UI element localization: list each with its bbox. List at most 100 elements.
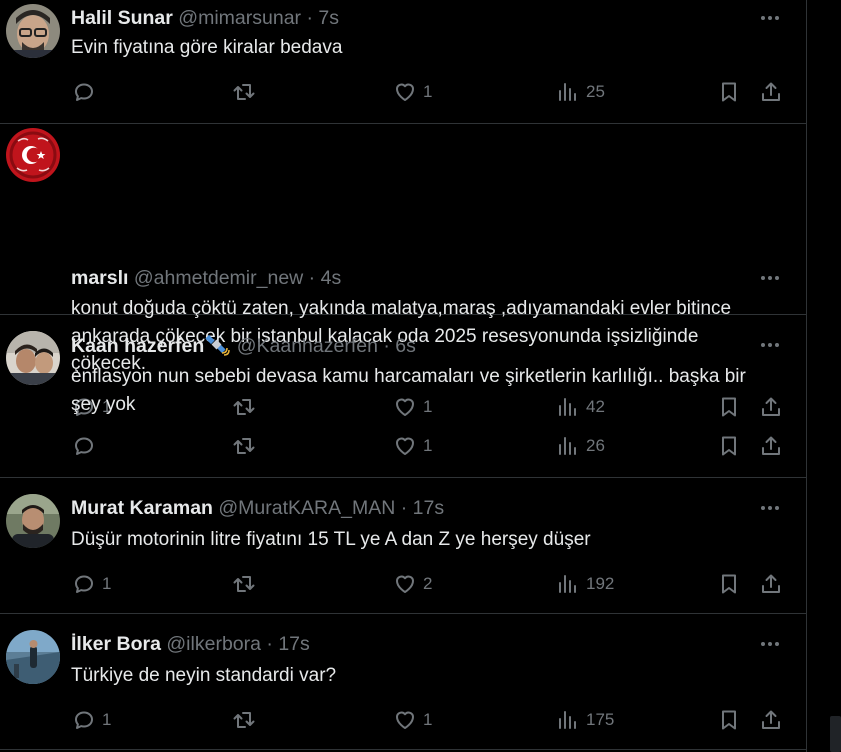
more-icon[interactable]	[758, 498, 782, 518]
separator-dot: ·	[400, 497, 408, 519]
reply-count: 1	[102, 574, 112, 593]
reply-icon	[72, 434, 96, 458]
bookmark-icon	[717, 708, 741, 732]
author-handle[interactable]: @ilkerbora	[166, 633, 261, 655]
like-count: 1	[423, 710, 433, 729]
like-count: 2	[423, 574, 433, 593]
tweet-header: Halil Sunar @mimarsunar · 7s	[71, 6, 339, 30]
like-button[interactable]: 1	[393, 431, 432, 461]
avatar[interactable]	[6, 331, 60, 385]
separator-dot: ·	[383, 335, 390, 357]
tweet[interactable]: İlker Bora @ilkerbora · 17s Türkiye de n…	[0, 614, 806, 750]
reply-button[interactable]	[72, 77, 102, 107]
avatar[interactable]	[6, 128, 60, 182]
author-handle[interactable]: @mimarsunar	[178, 7, 301, 29]
author-handle[interactable]: @ahmetdemir_new	[134, 267, 303, 289]
tweet-text: Düşür motorinin litre fiyatını 15 TL ye …	[71, 529, 591, 550]
reply-icon	[72, 708, 96, 732]
share-icon	[759, 80, 783, 104]
retweet-button[interactable]	[232, 705, 262, 735]
tweet-header: marslı @ahmetdemir_new · 4s	[71, 266, 341, 290]
avatar[interactable]	[6, 494, 60, 548]
tweet-header: Kaan hazerfen @Kaanhazerfen · 6s	[71, 333, 416, 358]
author-handle[interactable]: @Kaanhazerfen	[237, 335, 378, 357]
reply-button[interactable]: 1	[72, 569, 111, 599]
tweet[interactable]: Halil Sunar @mimarsunar · 7s Evin fiyatı…	[0, 0, 806, 124]
like-button[interactable]: 1	[393, 77, 432, 107]
like-button[interactable]: 1	[393, 705, 432, 735]
avatar[interactable]	[6, 630, 60, 684]
more-icon[interactable]	[758, 268, 782, 288]
bookmark-icon	[717, 572, 741, 596]
timestamp[interactable]: 6s	[395, 335, 416, 357]
author-name[interactable]: Murat Karaman	[71, 497, 213, 519]
views-button[interactable]: 26	[556, 431, 605, 461]
tweet-header: İlker Bora @ilkerbora · 17s	[71, 632, 310, 656]
retweet-button[interactable]	[232, 569, 262, 599]
views-icon	[556, 708, 580, 732]
retweet-icon	[232, 80, 256, 104]
share-button[interactable]	[759, 705, 783, 735]
views-icon	[556, 434, 580, 458]
more-icon[interactable]	[758, 8, 782, 28]
reply-button[interactable]: 1	[72, 705, 111, 735]
reply-button[interactable]	[72, 431, 102, 461]
tweet-text: Türkiye de neyin standardi var?	[71, 665, 337, 686]
more-icon[interactable]	[758, 335, 782, 355]
share-button[interactable]	[759, 569, 783, 599]
reply-icon	[72, 80, 96, 104]
tweet[interactable]: marslı @ahmetdemir_new · 4s konut doğuda…	[0, 124, 806, 417]
avatar[interactable]	[6, 4, 60, 58]
tweet[interactable]: Kaan hazerfen @Kaanhazerfen · 6s enflasy…	[0, 315, 806, 478]
bookmark-button[interactable]	[717, 77, 741, 107]
retweet-button[interactable]	[232, 77, 262, 107]
views-button[interactable]: 192	[556, 569, 614, 599]
author-handle[interactable]: @MuratKARA_MAN	[218, 497, 395, 519]
bookmark-button[interactable]	[717, 569, 741, 599]
share-icon	[759, 434, 783, 458]
heart-icon	[393, 434, 417, 458]
timestamp[interactable]: 17s	[413, 497, 444, 519]
author-name[interactable]: Halil Sunar	[71, 7, 173, 29]
author-name[interactable]: Kaan hazerfen	[71, 335, 204, 357]
heart-icon	[393, 572, 417, 596]
views-count: 192	[586, 574, 615, 593]
views-icon	[556, 80, 580, 104]
reply-icon	[72, 572, 96, 596]
heart-icon	[393, 80, 417, 104]
views-button[interactable]: 25	[556, 77, 605, 107]
timestamp[interactable]: 17s	[278, 633, 309, 655]
more-icon[interactable]	[758, 634, 782, 654]
author-name[interactable]: marslı	[71, 267, 128, 289]
tweet-actions: 1 2 192	[0, 569, 806, 599]
timestamp[interactable]: 7s	[318, 7, 339, 29]
share-icon	[759, 572, 783, 596]
bookmark-button[interactable]	[717, 705, 741, 735]
views-count: 26	[586, 436, 605, 455]
tweet[interactable]: Murat Karaman @MuratKARA_MAN · 17s Düşür…	[0, 478, 806, 614]
heart-icon	[393, 708, 417, 732]
like-count: 1	[423, 82, 433, 101]
retweet-icon	[232, 572, 256, 596]
share-button[interactable]	[759, 431, 783, 461]
retweet-button[interactable]	[232, 431, 262, 461]
bookmark-button[interactable]	[717, 431, 741, 461]
reply-count: 1	[102, 710, 112, 729]
views-count: 175	[586, 710, 615, 729]
author-name[interactable]: İlker Bora	[71, 633, 161, 655]
separator-dot: ·	[266, 633, 273, 655]
bookmark-icon	[717, 434, 741, 458]
tweet-actions: 1 25	[0, 77, 806, 107]
scrollbar-thumb[interactable]	[830, 716, 841, 752]
timestamp[interactable]: 4s	[321, 267, 342, 289]
share-button[interactable]	[759, 77, 783, 107]
share-icon	[759, 708, 783, 732]
separator-dot: ·	[308, 267, 316, 289]
views-count: 25	[586, 82, 605, 101]
like-button[interactable]: 2	[393, 569, 432, 599]
tweet-header: Murat Karaman @MuratKARA_MAN · 17s	[71, 496, 444, 520]
views-icon	[556, 572, 580, 596]
tweet-text: Evin fiyatına göre kiralar bedava	[71, 37, 343, 58]
views-button[interactable]: 175	[556, 705, 614, 735]
tweet-actions: 1 1 175	[0, 705, 806, 735]
